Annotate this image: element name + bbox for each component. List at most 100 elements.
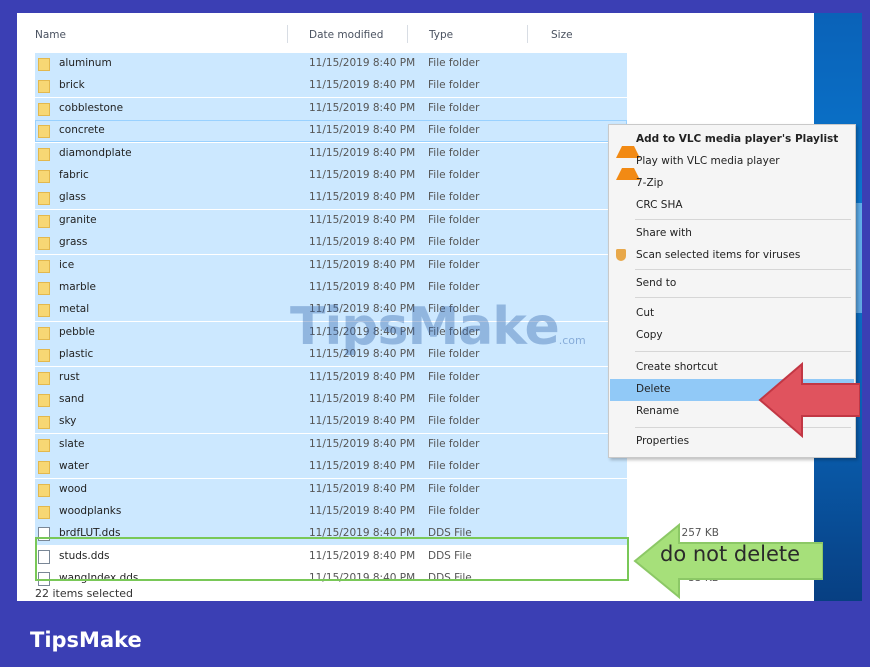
date-modified: 11/15/2019 8:40 PM <box>309 213 416 226</box>
file-type: File folder <box>428 57 480 69</box>
file-row[interactable]: aluminum 11/15/2019 8:40 PM File folder <box>35 53 627 75</box>
menu-item-share-with[interactable]: Share with <box>610 223 854 245</box>
column-date[interactable]: Date modified <box>309 29 383 41</box>
column-size[interactable]: Size <box>551 29 573 41</box>
red-pointer-arrow <box>758 361 860 439</box>
file-name: fabric <box>59 169 89 181</box>
folder-icon <box>38 349 50 363</box>
menu-item-label: Share with <box>636 227 692 239</box>
file-row[interactable]: grass 11/15/2019 8:40 PM File folder <box>35 232 627 255</box>
file-name: granite <box>59 213 97 226</box>
folder-icon <box>38 326 50 340</box>
watermark-text: TipsMake <box>290 297 560 357</box>
file-row[interactable]: wood 11/15/2019 8:40 PM File folder <box>35 478 627 501</box>
menu-item-add-vlc-playlist[interactable]: Add to VLC media player's Playlist <box>610 129 854 158</box>
file-row[interactable]: rust 11/15/2019 8:40 PM File folder <box>35 366 627 389</box>
menu-item-label: Rename <box>636 405 680 417</box>
menu-item-7zip[interactable]: 7-Zip <box>610 173 854 195</box>
file-name: cobblestone <box>59 101 124 114</box>
file-row[interactable]: diamondplate 11/15/2019 8:40 PM File folde… <box>35 142 627 165</box>
file-row[interactable]: brick 11/15/2019 8:40 PM File folder <box>35 75 627 98</box>
file-row[interactable]: cobblestone 11/15/2019 8:40 PM File folder <box>35 97 627 120</box>
file-row[interactable]: water 11/15/2019 8:40 PM File folder <box>35 456 627 479</box>
file-row[interactable]: fabric 11/15/2019 8:40 PM File folder <box>35 165 627 187</box>
column-separator[interactable] <box>407 25 408 43</box>
menu-item-label: CRC SHA <box>636 199 683 211</box>
folder-icon <box>38 170 50 183</box>
file-name: water <box>59 460 89 473</box>
file-row[interactable]: marble 11/15/2019 8:40 PM File folder <box>35 277 627 299</box>
do-not-delete-highlight-box <box>35 537 629 581</box>
file-type: File folder <box>428 124 480 137</box>
file-row[interactable]: woodplanks 11/15/2019 8:40 PM File folder <box>35 501 627 523</box>
column-header: Name Date modified Type Size <box>17 13 817 43</box>
folder-icon <box>38 438 50 452</box>
file-type: File folder <box>428 437 480 450</box>
date-modified: 11/15/2019 8:40 PM <box>309 505 416 517</box>
file-row[interactable]: granite 11/15/2019 8:40 PM File folder <box>35 209 627 232</box>
folder-icon <box>38 506 50 519</box>
file-type: File folder <box>428 258 480 271</box>
date-modified: 11/15/2019 8:40 PM <box>309 460 416 473</box>
watermark: TipsMake.com <box>290 297 586 357</box>
menu-item-label: Create shortcut <box>636 361 718 373</box>
menu-separator <box>635 297 851 298</box>
file-type: File folder <box>428 169 480 181</box>
file-type: File folder <box>428 482 480 495</box>
menu-separator <box>635 351 851 352</box>
menu-separator <box>635 219 851 220</box>
date-modified: 11/15/2019 8:40 PM <box>309 415 416 428</box>
menu-item-label: Copy <box>636 329 663 341</box>
date-modified: 11/15/2019 8:40 PM <box>309 124 416 137</box>
date-modified: 11/15/2019 8:40 PM <box>309 437 416 450</box>
file-type: File folder <box>428 281 480 293</box>
watermark-suffix: .com <box>558 334 586 347</box>
column-type[interactable]: Type <box>429 29 453 41</box>
file-type: File folder <box>428 146 480 159</box>
menu-item-label: Send to <box>636 277 677 289</box>
file-type: File folder <box>428 79 480 92</box>
file-row[interactable]: glass 11/15/2019 8:40 PM File folder <box>35 187 627 210</box>
menu-item-crc-sha[interactable]: CRC SHA <box>610 195 854 217</box>
date-modified: 11/15/2019 8:40 PM <box>309 236 416 249</box>
file-row[interactable]: ice 11/15/2019 8:40 PM File folder <box>35 254 627 277</box>
file-type: File folder <box>428 236 480 249</box>
folder-icon <box>38 192 50 206</box>
menu-item-label: Delete <box>636 383 671 395</box>
file-name: brick <box>59 79 85 92</box>
file-name: marble <box>59 281 97 293</box>
folder-icon <box>38 461 50 475</box>
date-modified: 11/15/2019 8:40 PM <box>309 370 416 383</box>
menu-item-copy[interactable]: Copy <box>610 325 854 347</box>
date-modified: 11/15/2019 8:40 PM <box>309 191 416 204</box>
column-name[interactable]: Name <box>35 29 66 41</box>
menu-item-play-vlc[interactable]: Play with VLC media player <box>610 151 854 180</box>
menu-item-label: 7-Zip <box>636 177 664 189</box>
date-modified: 11/15/2019 8:40 PM <box>309 57 416 69</box>
file-type: File folder <box>428 415 480 428</box>
file-name: glass <box>59 191 86 204</box>
file-row[interactable]: sand 11/15/2019 8:40 PM File folder <box>35 389 627 411</box>
menu-item-scan-viruses[interactable]: Scan selected items for viruses <box>610 245 854 267</box>
file-name: aluminum <box>59 57 112 69</box>
file-type: File folder <box>428 191 480 204</box>
column-separator[interactable] <box>287 25 288 43</box>
date-modified: 11/15/2019 8:40 PM <box>309 101 416 114</box>
file-row[interactable]: sky 11/15/2019 8:40 PM File folder <box>35 411 627 434</box>
file-row[interactable]: slate 11/15/2019 8:40 PM File folder <box>35 433 627 456</box>
file-name: rust <box>59 370 80 383</box>
menu-separator <box>635 269 851 270</box>
folder-icon <box>38 259 50 273</box>
folder-icon <box>38 282 50 295</box>
file-name: diamondplate <box>59 146 132 159</box>
folder-icon <box>38 237 50 251</box>
column-separator[interactable] <box>527 25 528 43</box>
file-type: File folder <box>428 370 480 383</box>
file-row[interactable]: concrete 11/15/2019 8:40 PM File folder <box>35 120 627 143</box>
menu-item-cut[interactable]: Cut <box>610 303 854 325</box>
folder-icon <box>38 125 50 139</box>
date-modified: 11/15/2019 8:40 PM <box>309 258 416 271</box>
do-not-delete-label: do not delete <box>660 542 801 566</box>
menu-item-send-to[interactable]: Send to <box>610 273 854 295</box>
date-modified: 11/15/2019 8:40 PM <box>309 169 416 181</box>
